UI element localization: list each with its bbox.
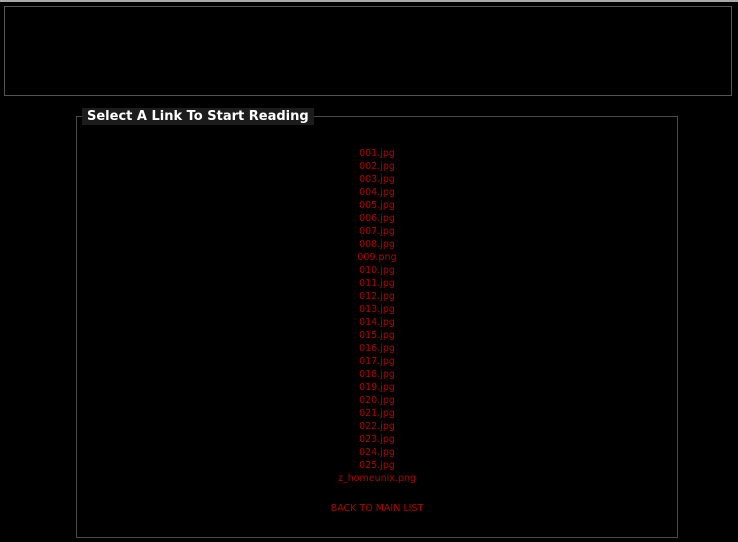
file-link[interactable]: 017.jpg — [359, 356, 395, 367]
file-link[interactable]: 008.jpg — [359, 239, 395, 250]
list-item: 022.jpg — [76, 420, 678, 433]
list-item: 003.jpg — [76, 173, 678, 186]
list-item: 017.jpg — [76, 355, 678, 368]
file-link[interactable]: 024.jpg — [359, 447, 395, 458]
list-item: 024.jpg — [76, 446, 678, 459]
file-link[interactable]: 002.jpg — [359, 161, 395, 172]
file-link[interactable]: 001.jpg — [359, 148, 395, 159]
list-item: 005.jpg — [76, 199, 678, 212]
list-item: 006.jpg — [76, 212, 678, 225]
file-link[interactable]: 025.jpg — [359, 460, 395, 471]
list-item: 018.jpg — [76, 368, 678, 381]
list-item: 020.jpg — [76, 394, 678, 407]
list-item: 004.jpg — [76, 186, 678, 199]
file-link[interactable]: 022.jpg — [359, 421, 395, 432]
header-banner — [4, 6, 732, 96]
list-item: 014.jpg — [76, 316, 678, 329]
list-item: z_homeunix.png — [76, 472, 678, 485]
list-item: 015.jpg — [76, 329, 678, 342]
list-item: 010.jpg — [76, 264, 678, 277]
file-link[interactable]: 018.jpg — [359, 369, 395, 380]
file-link[interactable]: 019.jpg — [359, 382, 395, 393]
file-link[interactable]: 011.jpg — [359, 278, 395, 289]
file-link[interactable]: 020.jpg — [359, 395, 395, 406]
list-item: 011.jpg — [76, 277, 678, 290]
file-link[interactable]: 021.jpg — [359, 408, 395, 419]
list-item: 013.jpg — [76, 303, 678, 316]
file-link[interactable]: 003.jpg — [359, 174, 395, 185]
file-link[interactable]: 013.jpg — [359, 304, 395, 315]
panel-title: Select A Link To Start Reading — [82, 108, 314, 125]
file-link-list: 001.jpg 002.jpg 003.jpg 004.jpg 005.jpg … — [76, 147, 678, 485]
file-link[interactable]: 016.jpg — [359, 343, 395, 354]
list-item: 012.jpg — [76, 290, 678, 303]
list-item: 007.jpg — [76, 225, 678, 238]
list-item: 001.jpg — [76, 147, 678, 160]
file-link[interactable]: 012.jpg — [359, 291, 395, 302]
list-item: 002.jpg — [76, 160, 678, 173]
list-item: 023.jpg — [76, 433, 678, 446]
file-link[interactable]: 005.jpg — [359, 200, 395, 211]
file-link[interactable]: 014.jpg — [359, 317, 395, 328]
list-item: 008.jpg — [76, 238, 678, 251]
file-link[interactable]: 009.png — [357, 252, 396, 263]
file-link[interactable]: 004.jpg — [359, 187, 395, 198]
back-to-main-list-link[interactable]: BACK TO MAIN LIST — [76, 502, 678, 515]
file-link[interactable]: 015.jpg — [359, 330, 395, 341]
list-item: 025.jpg — [76, 459, 678, 472]
list-item: 009.png — [76, 251, 678, 264]
file-link[interactable]: 023.jpg — [359, 434, 395, 445]
file-link[interactable]: z_homeunix.png — [338, 473, 416, 484]
file-link[interactable]: 010.jpg — [359, 265, 395, 276]
top-divider — [0, 0, 738, 2]
list-item: 016.jpg — [76, 342, 678, 355]
file-link[interactable]: 007.jpg — [359, 226, 395, 237]
file-link[interactable]: 006.jpg — [359, 213, 395, 224]
list-item: 019.jpg — [76, 381, 678, 394]
list-item: 021.jpg — [76, 407, 678, 420]
